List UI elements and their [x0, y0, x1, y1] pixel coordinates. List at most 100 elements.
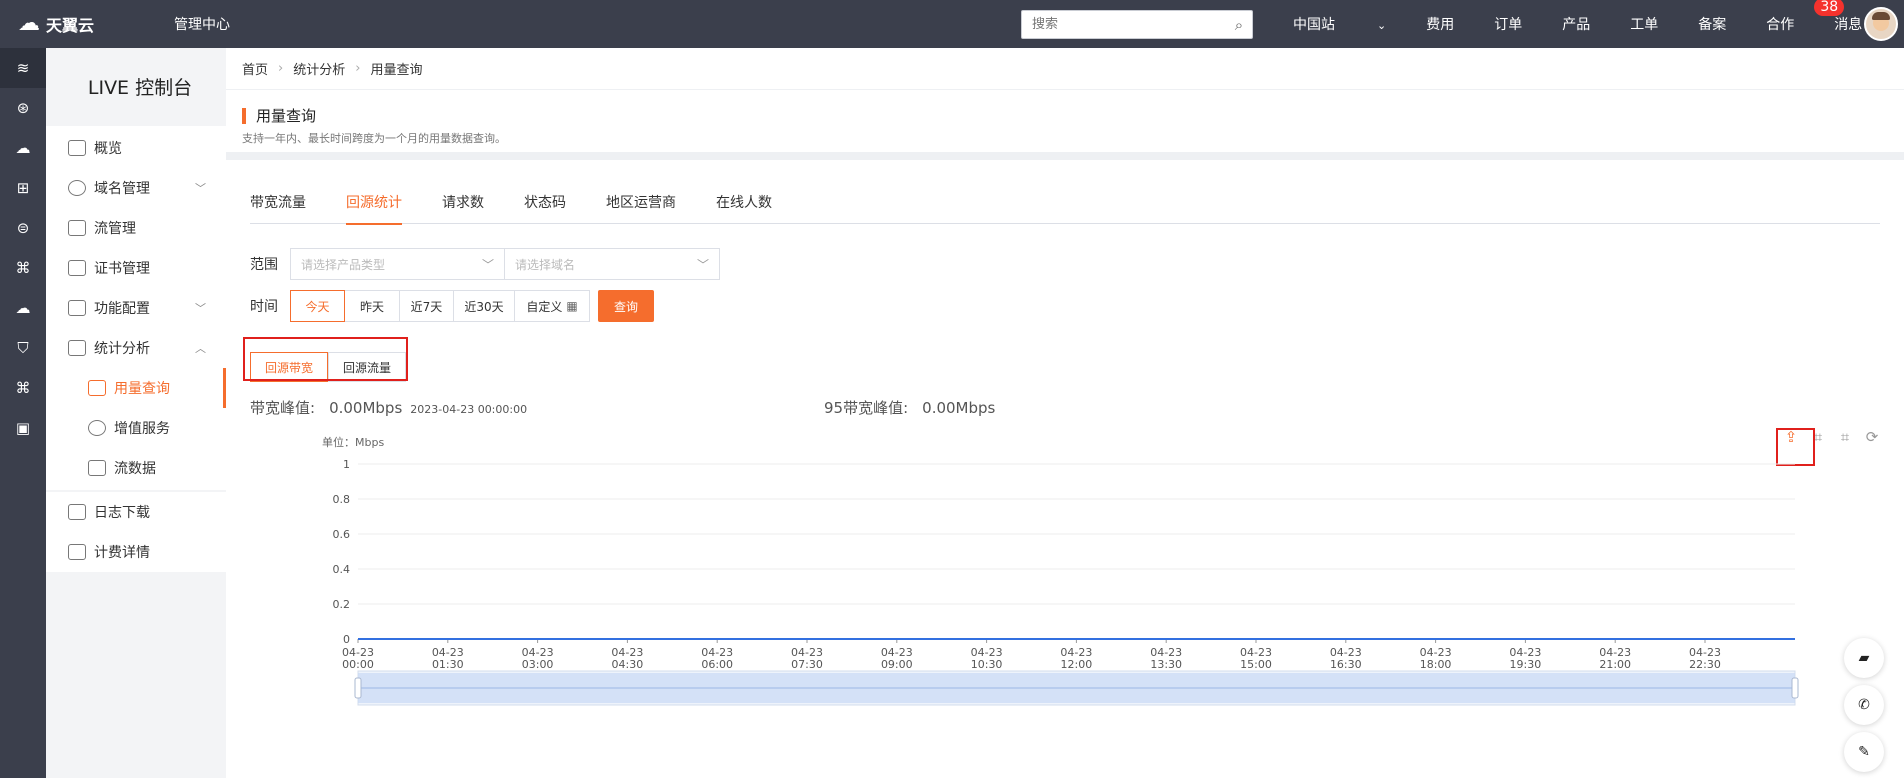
refresh-icon[interactable]: ⟳	[1861, 428, 1883, 446]
phone-button[interactable]: ✆	[1844, 685, 1884, 725]
product-type-select[interactable]: 请选择产品类型 ﹀	[290, 248, 505, 280]
cluster-icon[interactable]: ⌘	[0, 248, 46, 288]
edit-button[interactable]: ✎	[1844, 732, 1884, 772]
network-icon[interactable]: ⊛	[0, 88, 46, 128]
chart-icon	[68, 340, 86, 356]
nav-partner[interactable]: 合作	[1766, 14, 1794, 34]
nav-tickets[interactable]: 工单	[1630, 14, 1658, 34]
nav-billing[interactable]: 费用	[1426, 14, 1454, 34]
domain-placeholder: 请选择域名	[515, 257, 576, 272]
settings-icon	[68, 300, 86, 316]
nodes-icon[interactable]: ⌘	[0, 368, 46, 408]
sidebar-item-label: 功能配置	[94, 301, 150, 317]
bandwidth-peak-label: 带宽峰值:	[250, 399, 316, 417]
nav-orders[interactable]: 订单	[1494, 14, 1522, 34]
time-30days-button[interactable]: 近30天	[453, 290, 515, 322]
sidebar: LIVE 控制台 概览 域名管理 ﹀ 流管理 证书管理 功能配置 ﹀ 统计分析 ︿ 用…	[46, 48, 226, 778]
chat-icon: ▰	[1858, 650, 1870, 666]
sidebar-item-overview[interactable]: 概览	[46, 128, 226, 168]
sidebar-item-analytics[interactable]: 统计分析 ︿	[46, 328, 226, 368]
sidebar-item-label: 概览	[94, 141, 122, 157]
avatar-hair	[1872, 12, 1890, 20]
cloud-icon[interactable]: ☁	[0, 128, 46, 168]
sidebar-menu-secondary: 日志下载 计费详情	[46, 492, 226, 572]
list-icon	[88, 460, 106, 476]
console-title: LIVE 控制台	[87, 76, 193, 99]
tab-requests[interactable]: 请求数	[442, 194, 484, 224]
breadcrumb: 首页 › 统计分析 › 用量查询	[226, 48, 1904, 90]
sidebar-item-features[interactable]: 功能配置 ﹀	[46, 288, 226, 328]
globe-icon[interactable]: ⊜	[0, 208, 46, 248]
time-yesterday-button[interactable]: 昨天	[344, 290, 400, 322]
chevron-down-icon: ﹀	[195, 302, 206, 315]
sidebar-item-billing-details[interactable]: 计费详情	[46, 532, 226, 572]
tab-status-codes[interactable]: 状态码	[524, 194, 566, 224]
sidebar-item-label: 流管理	[94, 221, 136, 237]
query-button[interactable]: 查询	[598, 290, 654, 322]
time-custom-button[interactable]: 自定义 ▦	[514, 290, 590, 322]
nav-region[interactable]: 中国站 ⌄	[1293, 14, 1386, 34]
tab-online-users[interactable]: 在线人数	[716, 194, 772, 224]
nav-region-label: 中国站	[1293, 17, 1335, 33]
message-count-badge: 38	[1814, 0, 1845, 16]
time-7days-button[interactable]: 近7天	[399, 290, 454, 322]
nav-products[interactable]: 产品	[1562, 14, 1590, 34]
download-icon	[68, 504, 86, 520]
globe-icon	[68, 180, 86, 196]
sidebar-item-usage-query[interactable]: 用量查询	[46, 368, 226, 408]
p95-bandwidth-peak: 95带宽峰值: 0.00Mbps	[824, 397, 995, 418]
sidebar-item-certificates[interactable]: 证书管理	[46, 248, 226, 288]
scope-label: 范围	[250, 257, 278, 273]
avatar[interactable]	[1864, 7, 1898, 41]
certificate-icon	[68, 260, 86, 276]
sidebar-item-label: 日志下载	[94, 505, 150, 521]
sidebar-item-log-download[interactable]: 日志下载	[46, 492, 226, 532]
chevron-down-icon: ﹀	[195, 182, 206, 195]
sidebar-item-label: 流数据	[114, 461, 156, 477]
tab-bandwidth-traffic[interactable]: 带宽流量	[250, 194, 306, 224]
sidebar-item-stream-data[interactable]: 流数据	[46, 448, 226, 488]
chevron-down-icon: ⌄	[1377, 19, 1387, 32]
nav-messages-label: 消息	[1834, 17, 1863, 33]
search-box[interactable]: ⌕	[1021, 10, 1253, 39]
time-today-button[interactable]: 今天	[290, 290, 345, 322]
nav-messages[interactable]: 消息 38	[1814, 0, 1863, 34]
brand-logo[interactable]: ☁ 天翼云	[18, 12, 128, 36]
cloud-sync-icon[interactable]: ☁	[0, 288, 46, 328]
sidebar-item-value-added[interactable]: 增值服务	[46, 408, 226, 448]
time-label: 时间	[250, 299, 278, 315]
chevron-down-icon: ﹀	[696, 257, 709, 272]
sidebar-item-streams[interactable]: 流管理	[46, 208, 226, 248]
sidebar-item-label: 证书管理	[94, 261, 150, 277]
tab-region-isp[interactable]: 地区运营商	[606, 194, 676, 224]
breadcrumb-current: 用量查询	[370, 63, 423, 78]
search-icon[interactable]: ⌕	[1226, 16, 1252, 34]
shield-icon[interactable]: ⛉	[0, 328, 46, 368]
sidebar-item-domains[interactable]: 域名管理 ﹀	[46, 168, 226, 208]
pencil-icon: ✎	[1858, 744, 1870, 760]
phone-icon: ✆	[1858, 697, 1870, 713]
p95-peak-label: 95带宽峰值:	[824, 399, 909, 417]
chat-button[interactable]: ▰	[1844, 638, 1884, 678]
breadcrumb-home[interactable]: 首页	[242, 59, 268, 78]
breadcrumb-analytics[interactable]: 统计分析	[293, 59, 345, 78]
layers-icon[interactable]: ≋	[0, 48, 46, 88]
page-description: 支持一年内、最长时间跨度为一个月的用量数据查询。	[242, 132, 506, 145]
page-header: 用量查询 支持一年内、最长时间跨度为一个月的用量数据查询。	[226, 90, 1904, 160]
chevron-down-icon: ﹀	[481, 257, 494, 272]
sidebar-item-label: 增值服务	[114, 421, 170, 437]
sidebar-item-label: 统计分析	[94, 341, 150, 357]
translate-icon[interactable]: ⊞	[0, 168, 46, 208]
zoom-reset-icon[interactable]: ⌗	[1834, 428, 1856, 446]
highlight-export-box	[1776, 428, 1815, 466]
domain-select[interactable]: 请选择域名 ﹀	[505, 248, 720, 280]
top-bar: ☁ 天翼云 管理中心 ⌕ 中国站 ⌄ 费用 订单 产品 工单 备案 合作 消息38	[0, 0, 1904, 48]
tab-origin-stats[interactable]: 回源统计	[346, 194, 402, 225]
nav-icp[interactable]: 备案	[1698, 14, 1726, 34]
search-input[interactable]	[1022, 11, 1226, 38]
monitor-icon[interactable]: ▣	[0, 408, 46, 448]
usage-search-icon	[88, 380, 106, 396]
product-icon-rail: ≋ ⊛ ☁ ⊞ ⊜ ⌘ ☁ ⛉ ⌘ ▣	[0, 48, 46, 778]
highlight-subtabs-box	[243, 337, 408, 381]
management-center-link[interactable]: 管理中心	[174, 14, 230, 34]
